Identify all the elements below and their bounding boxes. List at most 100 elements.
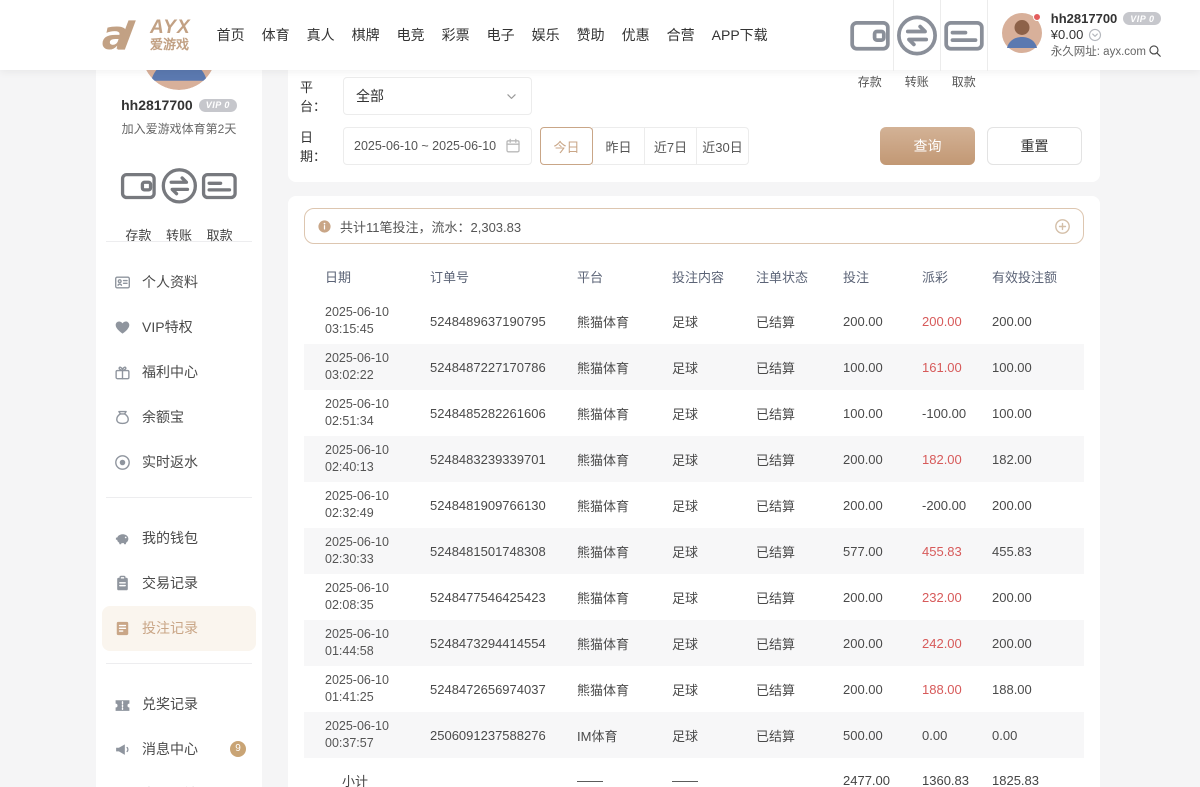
sidebar-quick-action[interactable]: 取款 (199, 153, 240, 219)
sidebar-vip-badge: VIP 0 (199, 99, 237, 112)
cell-bet-content: 足球 (672, 634, 756, 653)
user-avatar[interactable] (1002, 13, 1042, 53)
table-row: 2025-06-10 01:41:25 5248472656974037 熊猫体… (304, 666, 1084, 712)
header-wallet-action[interactable]: 转账 (894, 0, 941, 71)
sidebar-quick-action[interactable]: 转账 (159, 153, 200, 219)
balance-refresh-icon[interactable] (1088, 28, 1102, 42)
cell-platform: 熊猫体育 (577, 312, 672, 331)
date-range-input[interactable]: 2025-06-10 ~ 2025-06-10 (343, 127, 532, 165)
sidebar-menu-item[interactable]: 余额宝 (102, 395, 256, 440)
logo-text-cn: 爱游戏 (150, 38, 191, 52)
search-button[interactable]: 查询 (880, 127, 975, 165)
nav-item[interactable]: 体育 (262, 25, 290, 45)
column-header: 注单状态 (756, 267, 843, 286)
results-panel: 共计11笔投注，流水：2,303.83 日期订单号平台投注内容注单状态投注派彩有… (288, 196, 1100, 787)
platform-select[interactable]: 全部 (343, 77, 532, 115)
date-range-button[interactable]: 今日 (540, 127, 593, 165)
cell-date: 2025-06-10 02:08:35 (325, 580, 430, 614)
cell-valid-amount: 200.00 (992, 314, 1084, 329)
nav-item[interactable]: 电子 (487, 25, 515, 45)
sidebar-menu-item[interactable]: 福利中心 (102, 350, 256, 395)
cell-status: 已结算 (756, 358, 843, 377)
transfer-icon (159, 153, 200, 219)
nav-item[interactable]: 合营 (667, 25, 695, 45)
column-header: 投注 (843, 267, 922, 286)
expand-icon[interactable] (1054, 218, 1071, 235)
cell-bet-amount: 100.00 (843, 360, 922, 375)
cell-valid-amount: 188.00 (992, 682, 1084, 697)
cell-platform: 熊猫体育 (577, 588, 672, 607)
sidebar-menu-item[interactable]: 兑奖记录 (102, 682, 256, 727)
nav-item[interactable]: 首页 (217, 25, 245, 45)
table-row: 2025-06-10 01:44:58 5248473294414554 熊猫体… (304, 620, 1084, 666)
cell-date: 2025-06-10 02:32:49 (325, 488, 430, 522)
balance: ¥0.00 (1051, 27, 1084, 42)
sidebar-username: hh2817700 (121, 97, 193, 113)
cell-platform: 熊猫体育 (577, 358, 672, 377)
cell-bet-amount: 500.00 (843, 728, 922, 743)
cell-bet-content: 足球 (672, 312, 756, 331)
sidebar-quick-actions: 存款 转账 取款 (96, 137, 262, 229)
site-logo[interactable]: a AYX 爱游戏 (100, 13, 191, 57)
rebate-icon (114, 454, 131, 471)
header-wallet-action[interactable]: 存款 (847, 0, 894, 71)
subtotal-bet: 2477.00 (843, 773, 922, 787)
cell-valid-amount: 200.00 (992, 498, 1084, 513)
sidebar-menu-group-2: 我的钱包 交易记录 投注记录 (96, 510, 262, 651)
column-header: 订单号 (430, 267, 577, 286)
nav-item[interactable]: 娱乐 (532, 25, 560, 45)
sidebar-menu-item[interactable]: 投注记录 (102, 606, 256, 651)
logo-text-en: AYX (150, 18, 191, 38)
header-wallet-action[interactable]: 取款 (941, 0, 988, 71)
sidebar-quick-action[interactable]: 存款 (118, 153, 159, 219)
nav-item[interactable]: 真人 (307, 25, 335, 45)
sidebar-menu-item[interactable]: 我的钱包 (102, 516, 256, 561)
transfer-icon (894, 2, 940, 69)
date-range-button[interactable]: 近30日 (696, 127, 749, 165)
sidebar-menu-item[interactable]: 消息中心 9 (102, 727, 256, 772)
cell-status: 已结算 (756, 680, 843, 699)
search-icon[interactable] (1148, 44, 1162, 58)
nav-item[interactable]: 赞助 (577, 25, 605, 45)
cell-status: 已结算 (756, 634, 843, 653)
cell-order-number: 5248472656974037 (430, 682, 577, 697)
cell-date: 2025-06-10 00:37:57 (325, 718, 430, 752)
bets-table: 日期订单号平台投注内容注单状态投注派彩有效投注额 2025-06-10 03:1… (304, 254, 1084, 787)
nav-item[interactable]: 彩票 (442, 25, 470, 45)
ledger-icon (114, 620, 131, 637)
cell-date: 2025-06-10 03:02:22 (325, 350, 430, 384)
subtotal-row: 小计 —— —— 2477.00 1360.83 1825.83 (304, 758, 1084, 787)
sidebar-menu-item[interactable]: 交易记录 (102, 561, 256, 606)
cell-payout: 200.00 (922, 314, 992, 329)
nav-item[interactable]: 电竞 (397, 25, 425, 45)
pouch-icon (114, 409, 131, 426)
cell-platform: IM体育 (577, 726, 672, 745)
clipboard-icon (114, 575, 131, 592)
cell-bet-content: 足球 (672, 358, 756, 377)
sidebar-menu-item[interactable]: 意见反馈 (102, 772, 256, 787)
megaphone-icon (114, 741, 131, 758)
reset-button[interactable]: 重置 (987, 127, 1082, 165)
date-range-button[interactable]: 昨日 (592, 127, 645, 165)
cell-bet-content: 足球 (672, 680, 756, 699)
cell-order-number: 5248477546425423 (430, 590, 577, 605)
table-row: 2025-06-10 02:08:35 5248477546425423 熊猫体… (304, 574, 1084, 620)
nav-item[interactable]: APP下载 (712, 25, 768, 45)
sidebar-menu-item[interactable]: 个人资料 (102, 260, 256, 305)
sidebar-menu-item[interactable]: VIP特权 (102, 305, 256, 350)
sidebar-menu-item[interactable]: 实时返水 (102, 440, 256, 485)
nav-item[interactable]: 棋牌 (352, 25, 380, 45)
cell-status: 已结算 (756, 542, 843, 561)
table-row: 2025-06-10 00:37:57 2506091237588276 IM体… (304, 712, 1084, 758)
table-header-row: 日期订单号平台投注内容注单状态投注派彩有效投注额 (304, 254, 1084, 298)
count-badge: 9 (230, 741, 246, 757)
nav-item[interactable]: 优惠 (622, 25, 650, 45)
cell-payout: 232.00 (922, 590, 992, 605)
id-card-icon (114, 274, 131, 291)
date-range-button[interactable]: 近7日 (644, 127, 697, 165)
permanent-url: 永久网址: ayx.com (1051, 43, 1146, 59)
cell-date: 2025-06-10 01:41:25 (325, 672, 430, 706)
subtotal-valid: 1825.83 (992, 773, 1084, 787)
cell-bet-amount: 200.00 (843, 636, 922, 651)
cell-order-number: 5248487227170786 (430, 360, 577, 375)
